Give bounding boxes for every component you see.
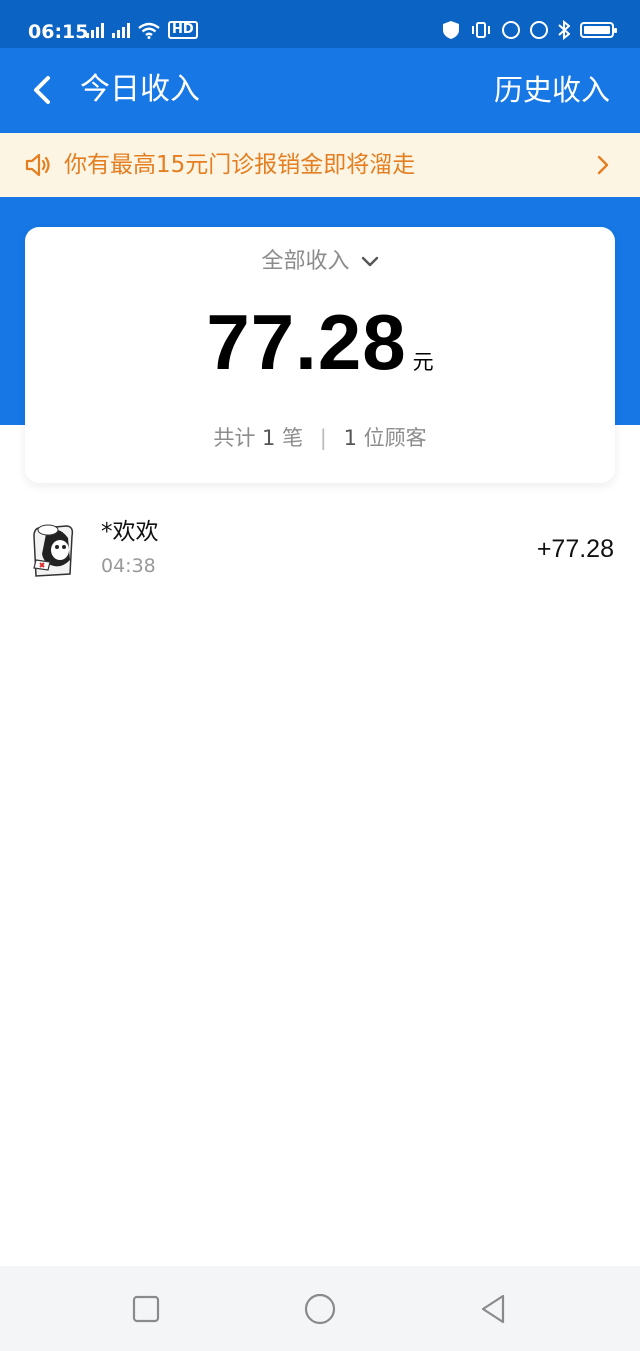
payer-name: *欢欢	[101, 519, 159, 545]
lock-rotation-icon	[502, 21, 520, 39]
back-triangle-icon[interactable]	[477, 1292, 511, 1326]
chevron-down-icon	[361, 256, 378, 267]
nav-bar: 今日收入 历史收入	[0, 48, 640, 133]
bluetooth-icon	[558, 20, 570, 40]
shield-icon	[443, 21, 459, 39]
signal-icon	[86, 22, 104, 38]
income-filter-dropdown[interactable]: 全部收入	[25, 247, 615, 277]
customer-unit: 位顾客	[363, 426, 427, 450]
count-unit: 笔	[282, 426, 304, 450]
divider: |	[319, 426, 327, 450]
back-arrow-icon[interactable]	[26, 72, 62, 108]
transaction-time: 04:38	[101, 555, 156, 577]
avatar	[28, 520, 80, 580]
home-icon[interactable]	[303, 1292, 337, 1326]
stats-row: 共计 1 笔 | 1 位顾客	[25, 423, 615, 453]
filter-label: 全部收入	[261, 249, 350, 274]
transaction-amount: +77.28	[536, 535, 614, 563]
recents-icon[interactable]	[129, 1292, 163, 1326]
vibrate-icon	[472, 22, 490, 38]
currency-unit: 元	[412, 350, 434, 374]
chevron-right-icon	[597, 155, 609, 175]
status-time: 06:15	[28, 21, 89, 43]
status-right-icons	[442, 20, 617, 40]
transaction-row[interactable]: *欢欢 04:38 +77.28	[0, 510, 640, 590]
page-title: 今日收入	[80, 72, 200, 107]
system-navigation-bar	[0, 1266, 640, 1351]
total-amount-row: 77.28 元	[25, 297, 615, 388]
transaction-count: 1	[262, 426, 276, 450]
status-left-icons: HD	[86, 21, 198, 39]
customer-count: 1	[343, 426, 357, 450]
history-income-link[interactable]: 历史收入	[494, 72, 610, 108]
signal-icon	[112, 22, 130, 38]
notice-text: 你有最高15元门诊报销金即将溜走	[64, 152, 416, 178]
hd-icon: HD	[168, 21, 198, 39]
alarm-icon	[530, 21, 548, 39]
total-amount: 77.28	[206, 298, 407, 386]
wifi-icon	[138, 22, 160, 39]
income-summary-card: 全部收入 77.28 元 共计 1 笔 | 1 位顾客	[25, 227, 615, 483]
stats-prefix: 共计	[213, 426, 256, 450]
battery-icon	[580, 22, 617, 38]
speaker-icon	[25, 153, 50, 177]
notice-banner[interactable]: 你有最高15元门诊报销金即将溜走	[0, 133, 640, 197]
status-bar: 06:15 HD	[0, 0, 640, 48]
